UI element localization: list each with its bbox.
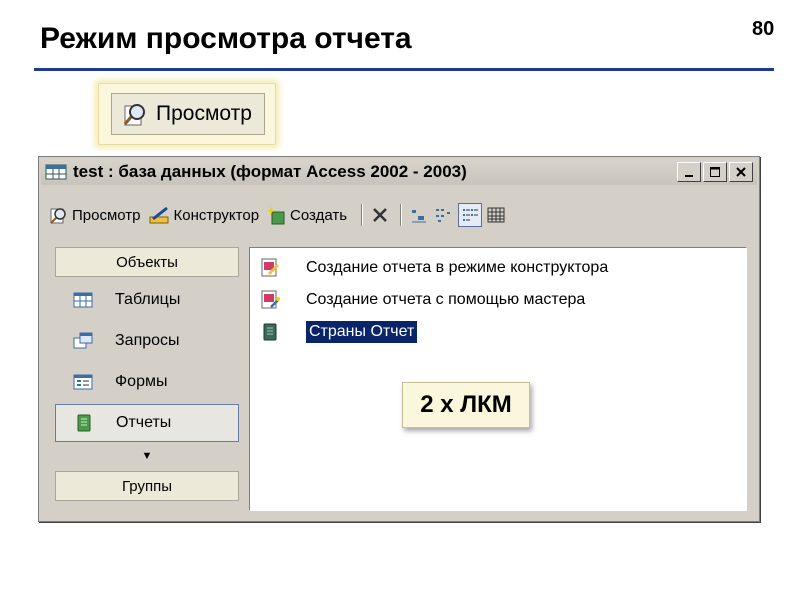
delete-button[interactable] [369,204,391,226]
maximize-button[interactable] [703,162,727,182]
preview-button[interactable]: Просмотр [49,205,141,225]
report-icon [258,322,282,342]
form-icon [73,373,93,391]
query-icon [73,332,93,350]
report-icon [74,414,94,432]
nav-item-label: Таблицы [115,291,181,308]
large-icons-button[interactable] [408,204,430,226]
preview-callout: Просмотр [98,83,276,145]
create-button[interactable]: Создать [267,205,347,225]
new-object-icon [267,205,287,225]
toolbar: Просмотр Конструктор Создать [49,201,751,229]
preview-icon [49,205,69,225]
object-list: Создание отчета в режиме конструктора Со… [249,247,747,511]
minimize-button[interactable] [677,162,701,182]
preview-button-label: Просмотр [156,102,252,125]
database-icon [45,163,67,181]
list-item-label: Создание отчета с помощью мастера [306,291,586,308]
window-title: test : база данных (формат Access 2002 -… [73,162,467,181]
close-icon [736,167,746,177]
list-view-button[interactable] [458,203,483,227]
toolbar-separator [400,204,403,226]
database-window: test : база данных (формат Access 2002 -… [38,156,760,522]
table-icon [73,291,93,309]
nav-item-tables[interactable]: Таблицы [55,281,239,319]
create-button-label: Создать [290,206,348,224]
nav-item-forms[interactable]: Формы [55,363,239,401]
preview-button-enlarged[interactable]: Просмотр [111,93,265,135]
nav-item-label: Запросы [115,332,180,349]
preview-button-label: Просмотр [72,206,141,224]
objects-header[interactable]: Объекты [55,247,239,277]
list-item[interactable]: Создание отчета в режиме конструктора [258,254,608,282]
small-icons-icon [436,209,451,222]
nav-scroll-down[interactable]: ▼ [55,446,239,466]
minimize-icon [685,175,693,177]
wizard-design-icon [258,257,282,279]
design-button-label: Конструктор [173,206,260,224]
window-titlebar[interactable]: test : база данных (формат Access 2002 -… [41,159,757,185]
details-view-button[interactable] [485,204,507,226]
objects-panel: Объекты Таблицы Запросы Формы Отчеты ▼ Г… [55,247,239,511]
design-icon [149,205,171,225]
page-number: 80 [752,18,775,40]
title-divider [34,68,774,71]
list-item-label: Создание отчета в режиме конструктора [306,259,609,276]
wizard-icon [258,289,282,311]
toolbar-separator [361,204,364,226]
double-click-badge: 2 x ЛКМ [402,382,530,428]
chevron-down-icon: ▼ [141,450,153,462]
design-button[interactable]: Конструктор [149,205,260,225]
nav-item-label: Отчеты [116,414,172,431]
close-button[interactable] [729,162,753,182]
list-view-icon [463,209,479,221]
nav-item-queries[interactable]: Запросы [55,322,239,360]
preview-icon [122,100,150,128]
nav-item-reports[interactable]: Отчеты [55,404,239,442]
list-item-label: Страны Отчет [304,320,419,344]
small-icons-button[interactable] [433,204,455,226]
nav-item-label: Формы [115,373,168,390]
delete-icon [373,208,387,222]
details-view-icon [487,207,505,223]
list-item[interactable]: Создание отчета с помощью мастера [258,286,585,314]
list-item[interactable]: Страны Отчет [258,318,419,346]
large-icons-icon [412,210,427,223]
slide-title: Режим просмотра отчета [40,22,412,55]
groups-header[interactable]: Группы [55,471,239,501]
maximize-icon [710,167,720,177]
